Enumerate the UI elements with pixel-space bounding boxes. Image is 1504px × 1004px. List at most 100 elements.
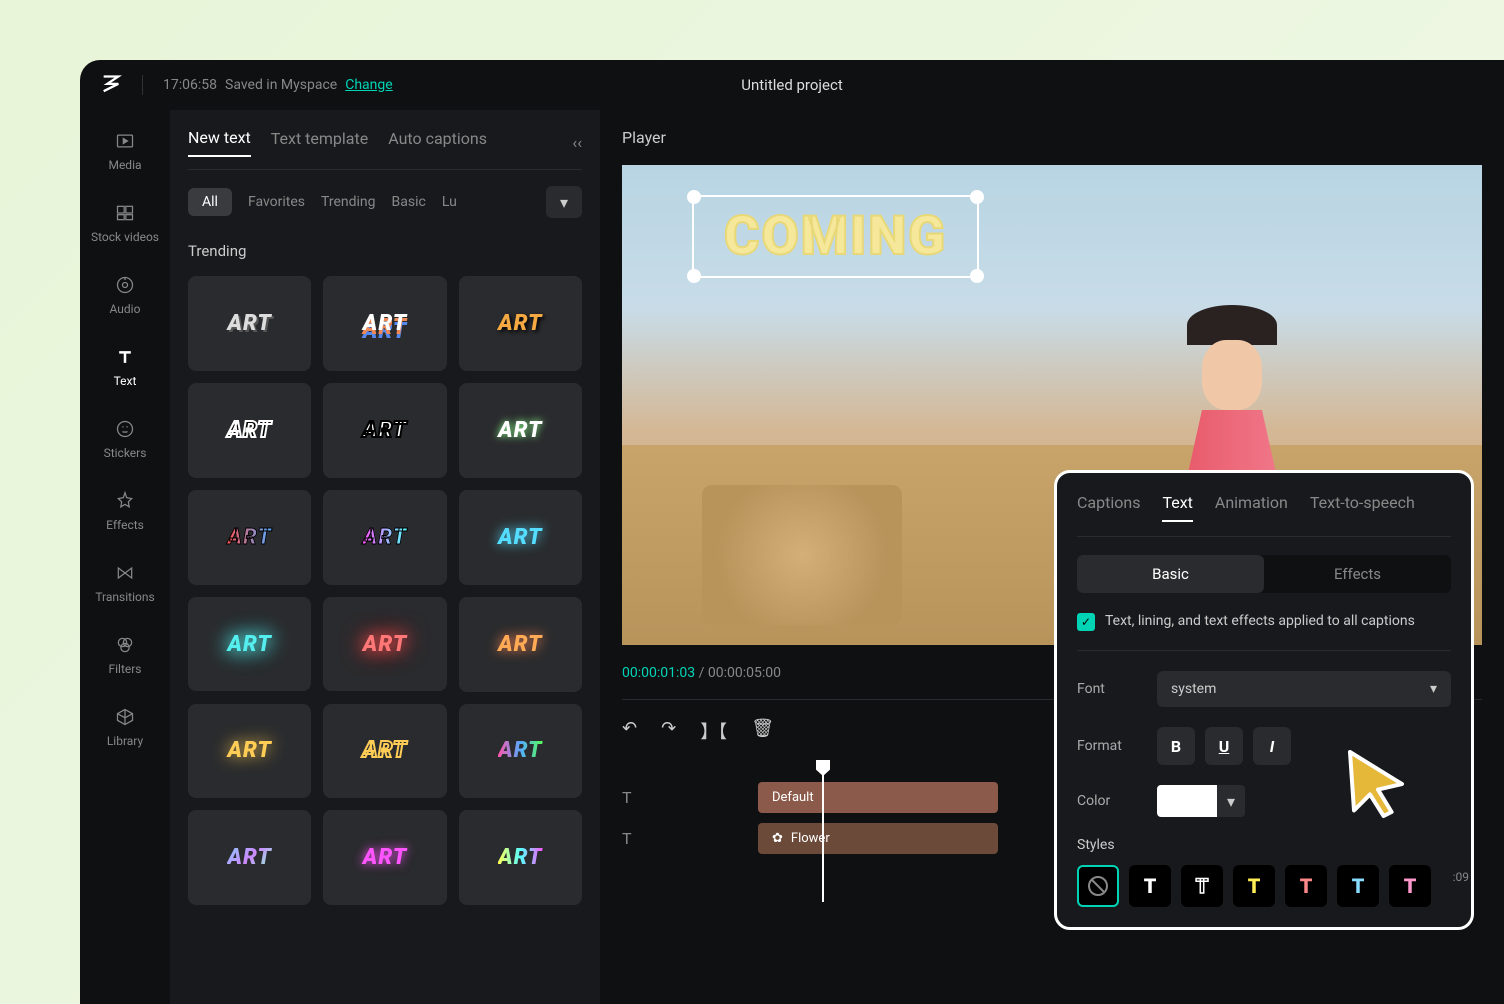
art-style-tile[interactable]: ART bbox=[323, 383, 446, 478]
hay-bale bbox=[702, 485, 902, 625]
color-dropdown[interactable]: ▾ bbox=[1217, 785, 1245, 817]
color-picker[interactable]: ▾ bbox=[1157, 785, 1245, 817]
styles-row: T T T T T T bbox=[1077, 865, 1451, 907]
rail-text[interactable]: Text bbox=[114, 346, 137, 388]
resize-handle[interactable] bbox=[687, 190, 701, 204]
rail-label: Library bbox=[107, 734, 143, 748]
rail-label: Stock videos bbox=[91, 230, 159, 244]
style-preset[interactable]: T bbox=[1285, 865, 1327, 907]
art-style-tile[interactable]: ART bbox=[323, 276, 446, 371]
rail-stock-videos[interactable]: Stock videos bbox=[91, 202, 159, 244]
subtab-effects[interactable]: Effects bbox=[1264, 555, 1451, 593]
underline-button[interactable]: U bbox=[1205, 727, 1243, 765]
art-style-tile[interactable]: ART bbox=[188, 490, 311, 585]
timecode-total: / 00:00:05:00 bbox=[699, 665, 781, 681]
playhead-handle[interactable] bbox=[816, 760, 830, 776]
rail-effects[interactable]: Effects bbox=[106, 490, 144, 532]
art-style-tile[interactable]: ART bbox=[459, 383, 582, 478]
art-style-tile[interactable]: ART bbox=[323, 704, 446, 799]
art-style-tile[interactable]: ART bbox=[188, 810, 311, 905]
filters-icon bbox=[114, 634, 136, 656]
playhead[interactable] bbox=[822, 762, 824, 902]
font-select[interactable]: system ▾ bbox=[1157, 671, 1451, 707]
text-track-icon: T bbox=[622, 788, 642, 807]
tab-captions[interactable]: Captions bbox=[1077, 493, 1140, 522]
art-style-tile[interactable]: ART bbox=[323, 490, 446, 585]
font-label: Font bbox=[1077, 681, 1137, 697]
text-icon bbox=[114, 346, 136, 368]
text-panel: New text Text template Auto captions ‹‹ … bbox=[170, 110, 600, 1004]
style-preset[interactable]: T bbox=[1337, 865, 1379, 907]
save-status: Saved in Myspace bbox=[225, 77, 337, 93]
stock-videos-icon bbox=[114, 202, 136, 224]
art-style-tile[interactable]: ART bbox=[459, 490, 582, 585]
section-trending: Trending bbox=[188, 242, 582, 260]
bold-button[interactable]: B bbox=[1157, 727, 1195, 765]
art-style-tile[interactable]: ART bbox=[188, 383, 311, 478]
styles-label: Styles bbox=[1077, 837, 1451, 853]
delete-button[interactable]: 🗑 bbox=[751, 718, 774, 744]
resize-handle[interactable] bbox=[970, 190, 984, 204]
rail-transitions[interactable]: Transitions bbox=[95, 562, 154, 604]
rail-label: Text bbox=[114, 374, 137, 388]
save-info: 17:06:58 Saved in Myspace Change bbox=[163, 77, 393, 93]
style-preset[interactable]: T bbox=[1233, 865, 1275, 907]
art-style-tile[interactable]: ART bbox=[459, 597, 582, 692]
rail-audio[interactable]: Audio bbox=[110, 274, 141, 316]
color-swatch[interactable] bbox=[1157, 785, 1217, 817]
filter-favorites[interactable]: Favorites bbox=[248, 194, 305, 210]
timecode-current: 00:00:01:03 bbox=[622, 665, 695, 681]
resize-handle[interactable] bbox=[970, 269, 984, 283]
rail-stickers[interactable]: Stickers bbox=[104, 418, 147, 460]
text-track-icon: T bbox=[622, 829, 642, 848]
art-style-tile[interactable]: ART bbox=[459, 276, 582, 371]
art-style-tile[interactable]: ART bbox=[323, 597, 446, 692]
timeline-clip[interactable]: ✿Flower bbox=[758, 823, 998, 854]
style-preset[interactable]: T bbox=[1389, 865, 1431, 907]
style-none[interactable] bbox=[1077, 865, 1119, 907]
art-style-tile[interactable]: ART bbox=[323, 810, 446, 905]
art-style-tile[interactable]: ART bbox=[188, 276, 311, 371]
tab-animation[interactable]: Animation bbox=[1215, 493, 1288, 522]
subtab-basic[interactable]: Basic bbox=[1077, 555, 1264, 593]
redo-button[interactable]: ↷ bbox=[661, 718, 676, 744]
filter-all[interactable]: All bbox=[188, 188, 232, 216]
timeline-clip[interactable]: Default bbox=[758, 782, 998, 813]
art-style-tile[interactable]: ART bbox=[459, 704, 582, 799]
style-preset[interactable]: T bbox=[1181, 865, 1223, 907]
app-window: 17:06:58 Saved in Myspace Change Untitle… bbox=[80, 60, 1504, 1004]
tab-text-to-speech[interactable]: Text-to-speech bbox=[1310, 493, 1415, 522]
change-link[interactable]: Change bbox=[345, 77, 392, 93]
art-style-tile[interactable]: ART bbox=[188, 597, 311, 692]
filter-dropdown[interactable]: ▾ bbox=[546, 186, 582, 218]
style-preset[interactable]: T bbox=[1129, 865, 1171, 907]
audio-icon bbox=[114, 274, 136, 296]
split-button[interactable]: 】【 bbox=[700, 718, 727, 744]
rail-library[interactable]: Library bbox=[107, 706, 143, 748]
tab-text[interactable]: Text bbox=[1162, 493, 1192, 522]
overlay-text[interactable]: COMING bbox=[724, 205, 947, 268]
art-style-tile[interactable]: ART bbox=[188, 704, 311, 799]
rail-media[interactable]: Media bbox=[108, 130, 141, 172]
checkbox-label: Text, lining, and text effects applied t… bbox=[1105, 611, 1415, 632]
text-overlay-box[interactable]: COMING bbox=[692, 195, 979, 278]
undo-button[interactable]: ↶ bbox=[622, 718, 637, 744]
collapse-panel-icon[interactable]: ‹‹ bbox=[572, 133, 582, 152]
app-logo-icon[interactable] bbox=[100, 71, 122, 99]
resize-handle[interactable] bbox=[687, 269, 701, 283]
color-row: Color ▾ bbox=[1077, 785, 1451, 817]
filter-trending[interactable]: Trending bbox=[321, 194, 376, 210]
filter-more[interactable]: Lu bbox=[442, 194, 457, 210]
rail-label: Stickers bbox=[104, 446, 147, 460]
tab-text-template[interactable]: Text template bbox=[271, 129, 368, 156]
italic-button[interactable]: I bbox=[1253, 727, 1291, 765]
project-title[interactable]: Untitled project bbox=[741, 76, 842, 94]
rail-filters[interactable]: Filters bbox=[108, 634, 141, 676]
tab-new-text[interactable]: New text bbox=[188, 128, 251, 157]
apply-all-checkbox[interactable]: ✓ bbox=[1077, 613, 1095, 631]
tab-auto-captions[interactable]: Auto captions bbox=[388, 129, 487, 156]
art-style-tile[interactable]: ART bbox=[459, 810, 582, 905]
chevron-down-icon: ▾ bbox=[1430, 681, 1437, 697]
filter-basic[interactable]: Basic bbox=[392, 194, 426, 210]
props-subtabs: Basic Effects bbox=[1077, 555, 1451, 593]
